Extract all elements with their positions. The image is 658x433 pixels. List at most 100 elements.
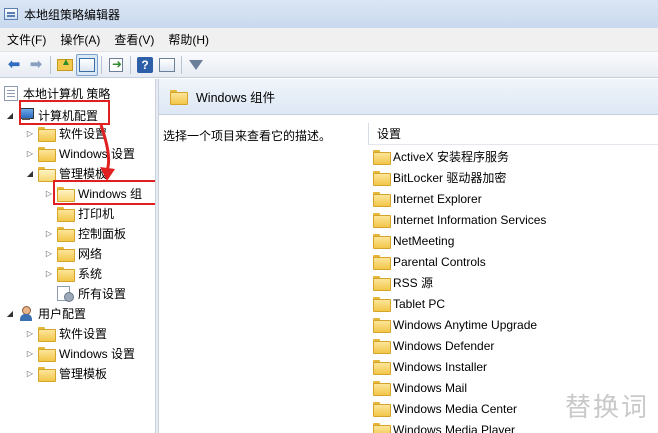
tree-node-user-windows-settings[interactable]: ▷ Windows 设置 (25, 343, 135, 363)
settings-list-item-label: Tablet PC (393, 296, 446, 311)
all-settings-icon (57, 285, 74, 302)
user-icon (18, 305, 34, 321)
tree-node-user-software-settings[interactable]: ▷ 软件设置 (25, 323, 107, 343)
collapse-triangle-icon[interactable]: ▷ (25, 369, 35, 378)
folder-icon (57, 246, 75, 262)
settings-list-item[interactable]: NetMeeting (373, 230, 454, 251)
column-header-settings[interactable]: 设置 (368, 123, 658, 145)
settings-list-item[interactable]: Internet Information Services (373, 209, 546, 230)
help-button[interactable]: ? (134, 54, 156, 76)
tree-label: 软件设置 (59, 326, 108, 341)
tree-node-user-admin-templates[interactable]: ▷ 管理模板 (25, 363, 107, 383)
collapse-triangle-icon[interactable]: ▷ (25, 329, 35, 338)
back-arrow-icon: ⬅ (7, 56, 21, 73)
settings-list-item-label: Windows Defender (393, 338, 495, 353)
filter-button[interactable] (185, 54, 207, 76)
settings-list-item[interactable]: Windows Mail (373, 377, 467, 398)
folder-icon (373, 402, 391, 417)
menu-help[interactable]: 帮助(H) (161, 28, 216, 52)
up-one-level-button[interactable] (54, 54, 76, 76)
menu-action[interactable]: 操作(A) (53, 28, 107, 52)
settings-list-item[interactable]: Tablet PC (373, 293, 445, 314)
tree-label: 本地计算机 策略 (23, 86, 111, 101)
folder-icon (38, 326, 56, 342)
settings-list-item[interactable]: Windows Defender (373, 335, 494, 356)
menu-view[interactable]: 查看(V) (107, 28, 161, 52)
folder-icon (38, 146, 56, 162)
tree-node-network[interactable]: ▷ 网络 (44, 243, 102, 263)
folder-icon (373, 192, 391, 207)
settings-list-item[interactable]: Windows Media Center (373, 398, 517, 419)
expand-triangle-icon[interactable]: ◢ (5, 309, 15, 318)
folder-icon (38, 126, 56, 142)
tree-node-software-settings[interactable]: ▷ 软件设置 (25, 123, 107, 143)
details-header-title: Windows 组件 (196, 91, 276, 105)
folder-icon (373, 234, 391, 249)
toolbar: ⬅ ➡ ? (0, 52, 658, 78)
folder-open-icon (38, 166, 56, 182)
folder-icon (57, 206, 75, 222)
export-list-icon (109, 57, 123, 72)
tree-label: 打印机 (78, 206, 115, 221)
properties-button[interactable] (156, 54, 178, 76)
collapse-triangle-icon[interactable]: ▷ (25, 149, 35, 158)
folder-icon (373, 318, 391, 333)
tree-label: 网络 (78, 246, 103, 261)
tree-node-control-panel[interactable]: ▷ 控制面板 (44, 223, 126, 243)
annotation-highlight-windows-components (53, 180, 155, 205)
settings-list-item-label: Parental Controls (393, 254, 486, 269)
tree-node-printers[interactable]: 打印机 (57, 203, 114, 223)
app-icon (4, 8, 18, 20)
settings-list-item[interactable]: Internet Explorer (373, 188, 482, 209)
settings-list-item-label: Internet Information Services (393, 212, 547, 227)
folder-icon (38, 366, 56, 382)
settings-list-item-label: Windows Media Center (393, 401, 518, 416)
folder-icon (57, 226, 75, 242)
collapse-triangle-icon[interactable]: ▷ (25, 349, 35, 358)
settings-list-item-label: ActiveX 安装程序服务 (393, 150, 510, 164)
settings-list-item[interactable]: Windows Anytime Upgrade (373, 314, 537, 335)
tree-node-all-settings[interactable]: 所有设置 (57, 283, 126, 303)
forward-button[interactable]: ➡ (25, 54, 47, 76)
settings-list-item-label: Windows Anytime Upgrade (393, 317, 538, 332)
folder-icon (373, 171, 391, 186)
menu-bar: 文件(F) 操作(A) 查看(V) 帮助(H) (0, 28, 658, 52)
annotation-highlight-computer-config (19, 100, 110, 125)
collapse-triangle-icon[interactable]: ▷ (44, 229, 54, 238)
settings-list-item[interactable]: Windows Media Player (373, 419, 515, 433)
settings-list-item-label: Windows Media Player (393, 422, 516, 433)
filter-icon (189, 59, 203, 70)
settings-list-item[interactable]: BitLocker 驱动器加密 (373, 167, 506, 188)
settings-list-item[interactable]: Windows Installer (373, 356, 487, 377)
tree-label: 管理模板 (59, 366, 108, 381)
folder-icon (373, 255, 391, 270)
policy-document-icon (4, 85, 18, 101)
folder-icon (170, 90, 188, 105)
back-button[interactable]: ⬅ (3, 54, 25, 76)
tree-node-system[interactable]: ▷ 系统 (44, 263, 102, 283)
toolbar-separator (181, 55, 182, 74)
folder-icon (373, 423, 391, 433)
tree-label: 所有设置 (78, 286, 127, 301)
details-header: Windows 组件 (159, 79, 658, 115)
show-hide-tree-button[interactable] (76, 53, 98, 76)
toolbar-separator (130, 55, 131, 74)
settings-list-item[interactable]: ActiveX 安装程序服务 (373, 146, 509, 167)
folder-icon (373, 339, 391, 354)
settings-list-item[interactable]: RSS 源 (373, 272, 433, 293)
expand-triangle-icon[interactable]: ◢ (5, 111, 15, 120)
collapse-triangle-icon[interactable]: ▷ (44, 269, 54, 278)
collapse-triangle-icon[interactable]: ▷ (44, 249, 54, 258)
toolbar-separator (101, 55, 102, 74)
settings-list-item-label: BitLocker 驱动器加密 (393, 171, 507, 185)
tree-label: 控制面板 (78, 226, 127, 241)
menu-file[interactable]: 文件(F) (0, 28, 53, 52)
watermark-text: 替换词 (564, 393, 649, 423)
collapse-triangle-icon[interactable]: ▷ (25, 129, 35, 138)
expand-triangle-icon[interactable]: ◢ (25, 169, 35, 178)
folder-icon (373, 381, 391, 396)
folder-icon (38, 346, 56, 362)
export-list-button[interactable] (105, 54, 127, 76)
settings-list-item[interactable]: Parental Controls (373, 251, 486, 272)
tree-node-user-config[interactable]: ◢ 用户配置 (5, 303, 86, 323)
